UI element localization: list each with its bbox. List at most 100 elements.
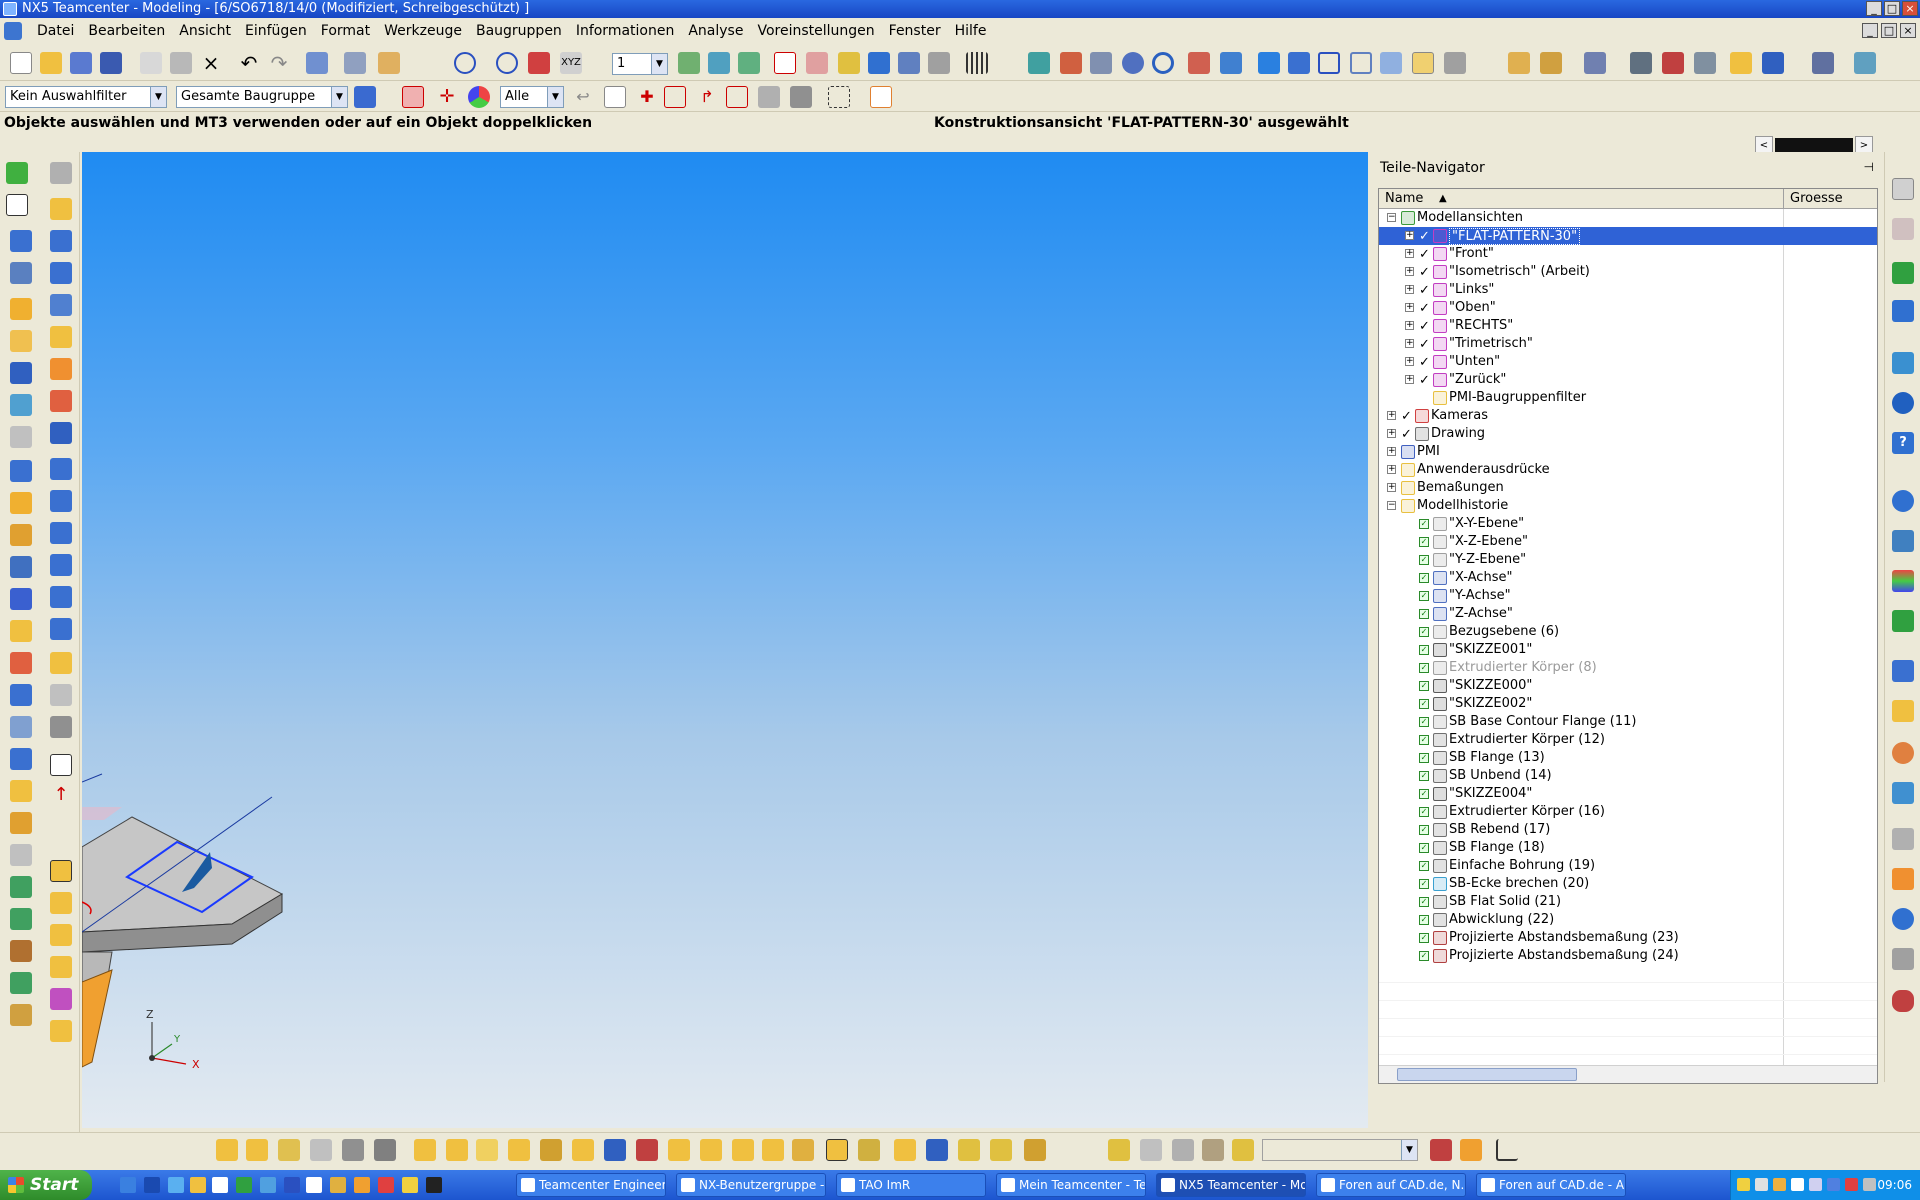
contour-flange-tool-icon[interactable] bbox=[50, 490, 72, 512]
part-navigator-tab-icon[interactable] bbox=[1892, 262, 1914, 284]
view-triad-icon[interactable] bbox=[870, 86, 892, 108]
title-bar[interactable]: NX5 Teamcenter - Modeling - [6/SO6718/14… bbox=[0, 0, 1920, 18]
layer-select[interactable]: 1 ▼ bbox=[612, 53, 668, 75]
maximize-button[interactable]: □ bbox=[1884, 1, 1900, 16]
taskbar-button[interactable]: NX-Benutzergruppe - ... bbox=[676, 1173, 826, 1197]
tree-row[interactable]: + ✓ "Isometrisch" (Arbeit) bbox=[1379, 263, 1877, 281]
shell-icon[interactable] bbox=[50, 262, 72, 284]
tree-row[interactable]: ✓ SB Base Contour Flange (11) bbox=[1379, 713, 1877, 731]
tree-row[interactable]: ✓ Einfache Bohrung (19) bbox=[1379, 857, 1877, 875]
feature-checkbox[interactable]: ✓ bbox=[1419, 825, 1429, 835]
bend-feature-icon[interactable] bbox=[278, 1139, 300, 1161]
selection-filter-select[interactable]: Kein Auswahlfilter ▼ bbox=[5, 86, 167, 108]
measure-distance-icon[interactable] bbox=[1508, 52, 1530, 74]
feature-edit-icon[interactable] bbox=[10, 876, 32, 898]
sew-tool-icon[interactable] bbox=[10, 844, 32, 866]
user-tab-icon[interactable] bbox=[1892, 742, 1914, 764]
feature-checkbox[interactable]: ✓ bbox=[1419, 681, 1429, 691]
ghost-face[interactable] bbox=[82, 807, 122, 820]
copy-icon[interactable] bbox=[140, 52, 162, 74]
studio-icon[interactable] bbox=[1380, 52, 1402, 74]
point-snap-icon[interactable]: ✛ bbox=[436, 86, 458, 108]
quicklaunch-word-icon[interactable] bbox=[212, 1177, 228, 1193]
snap-control-icon[interactable]: ↱ bbox=[696, 86, 718, 108]
menu-datei[interactable]: Datei bbox=[30, 23, 81, 39]
feature-replay-icon[interactable] bbox=[10, 972, 32, 994]
feature-checkbox[interactable]: ✓ bbox=[1419, 537, 1429, 547]
feature-checkbox[interactable]: ✓ bbox=[1419, 879, 1429, 889]
quicklaunch-nx-icon[interactable] bbox=[354, 1177, 370, 1193]
color-filter-icon[interactable] bbox=[468, 86, 490, 108]
snap-midpoint-icon[interactable] bbox=[664, 86, 686, 108]
system-materials-tab-icon[interactable] bbox=[1892, 530, 1914, 552]
zoom-in-out-icon[interactable] bbox=[1122, 52, 1144, 74]
feature-checkbox[interactable]: ✓ bbox=[1419, 933, 1429, 943]
feature-checkbox[interactable]: ✓ bbox=[1419, 645, 1429, 655]
feature-checkbox[interactable]: ✓ bbox=[1419, 573, 1429, 583]
quicklaunch-media-icon[interactable] bbox=[378, 1177, 394, 1193]
scenes-tab-icon[interactable] bbox=[1892, 782, 1914, 804]
sequence-tool-icon[interactable] bbox=[50, 1020, 72, 1042]
hand-tool-icon[interactable] bbox=[1202, 1139, 1224, 1161]
feature-checkbox[interactable]: ✓ bbox=[1419, 717, 1429, 727]
roles-tab-icon[interactable] bbox=[1892, 610, 1914, 632]
hd3d-tab-icon[interactable] bbox=[1892, 352, 1914, 374]
minimize-button[interactable]: _ bbox=[1866, 1, 1882, 16]
mdi-close-button[interactable]: × bbox=[1900, 23, 1916, 38]
sketch-tool-icon[interactable] bbox=[6, 162, 28, 184]
tray-security-icon[interactable] bbox=[1773, 1178, 1786, 1191]
feature-checkbox[interactable]: ✓ bbox=[1419, 753, 1429, 763]
draft-icon[interactable] bbox=[50, 294, 72, 316]
mdi-restore-button[interactable]: □ bbox=[1881, 23, 1897, 38]
expand-icon[interactable]: + bbox=[1387, 465, 1396, 474]
snap-quadrant-icon[interactable] bbox=[790, 86, 812, 108]
tree-row[interactable]: − Modellhistorie bbox=[1379, 497, 1877, 515]
sheet-tab-icon[interactable] bbox=[1892, 828, 1914, 850]
navigator-tree[interactable]: Name ▲ Groesse − Modellansichten + ✓ "FLAT-P… bbox=[1378, 188, 1878, 1084]
tree-row[interactable]: ✓ "X-Y-Ebene" bbox=[1379, 515, 1877, 533]
slot-tool-icon[interactable] bbox=[10, 556, 32, 578]
tree-row[interactable]: + Anwenderausdrücke bbox=[1379, 461, 1877, 479]
restore-view-icon[interactable] bbox=[1220, 52, 1242, 74]
select-line-icon[interactable] bbox=[774, 52, 796, 74]
expand-icon[interactable]: + bbox=[1405, 375, 1414, 384]
feature-checkbox[interactable]: ✓ bbox=[1419, 771, 1429, 781]
component-tool-icon[interactable] bbox=[50, 892, 72, 914]
feature-checkbox[interactable]: ✓ bbox=[1419, 609, 1429, 619]
feature-checkbox[interactable]: ✓ bbox=[1419, 843, 1429, 853]
orient-view-icon[interactable] bbox=[1188, 52, 1210, 74]
point-constructor-icon[interactable] bbox=[496, 52, 518, 74]
bead-icon[interactable] bbox=[414, 1139, 436, 1161]
extrude-feature-icon[interactable] bbox=[926, 1139, 948, 1161]
material-icon[interactable] bbox=[1694, 52, 1716, 74]
chamfer-icon[interactable] bbox=[50, 230, 72, 252]
hole-tool-icon[interactable] bbox=[10, 426, 32, 448]
drawn-cutout-icon[interactable] bbox=[310, 1139, 332, 1161]
start-button[interactable]: Start bbox=[0, 1170, 92, 1200]
tray-monitor-icon[interactable] bbox=[1791, 1178, 1804, 1191]
feature-checkbox[interactable]: ✓ bbox=[1419, 951, 1429, 961]
menu-werkzeuge[interactable]: Werkzeuge bbox=[377, 23, 469, 39]
rip-icon[interactable] bbox=[636, 1139, 658, 1161]
trim-tool-icon[interactable] bbox=[10, 748, 32, 770]
pad-tool-icon[interactable] bbox=[10, 524, 32, 546]
expand-icon[interactable]: + bbox=[1405, 249, 1414, 258]
gusset-tool-icon[interactable] bbox=[50, 684, 72, 706]
tray-misc-icon[interactable] bbox=[1863, 1178, 1876, 1191]
feature-checkbox[interactable]: ✓ bbox=[1419, 789, 1429, 799]
sheet-metal2-icon[interactable] bbox=[1762, 52, 1784, 74]
drafting-icon[interactable] bbox=[1812, 52, 1834, 74]
history-tab-icon[interactable] bbox=[1892, 490, 1914, 512]
expand-icon[interactable]: + bbox=[1405, 267, 1414, 276]
assembly-tool-icon[interactable] bbox=[50, 860, 72, 882]
hole-feature-icon[interactable] bbox=[958, 1139, 980, 1161]
tree-row[interactable]: ✓ Projizierte Abstandsbemaßung (24) bbox=[1379, 947, 1877, 965]
quicklaunch-explorer-icon[interactable] bbox=[120, 1177, 136, 1193]
sphere-tool-icon[interactable] bbox=[10, 394, 32, 416]
tree-row[interactable]: ✓ SB Flat Solid (21) bbox=[1379, 893, 1877, 911]
save-all-icon[interactable] bbox=[100, 52, 122, 74]
quicklaunch-visio-icon[interactable] bbox=[284, 1177, 300, 1193]
column-size-header[interactable]: Groesse bbox=[1783, 189, 1877, 209]
constraint-tool-icon[interactable] bbox=[50, 924, 72, 946]
menu-einfuegen[interactable]: Einfügen bbox=[238, 23, 314, 39]
